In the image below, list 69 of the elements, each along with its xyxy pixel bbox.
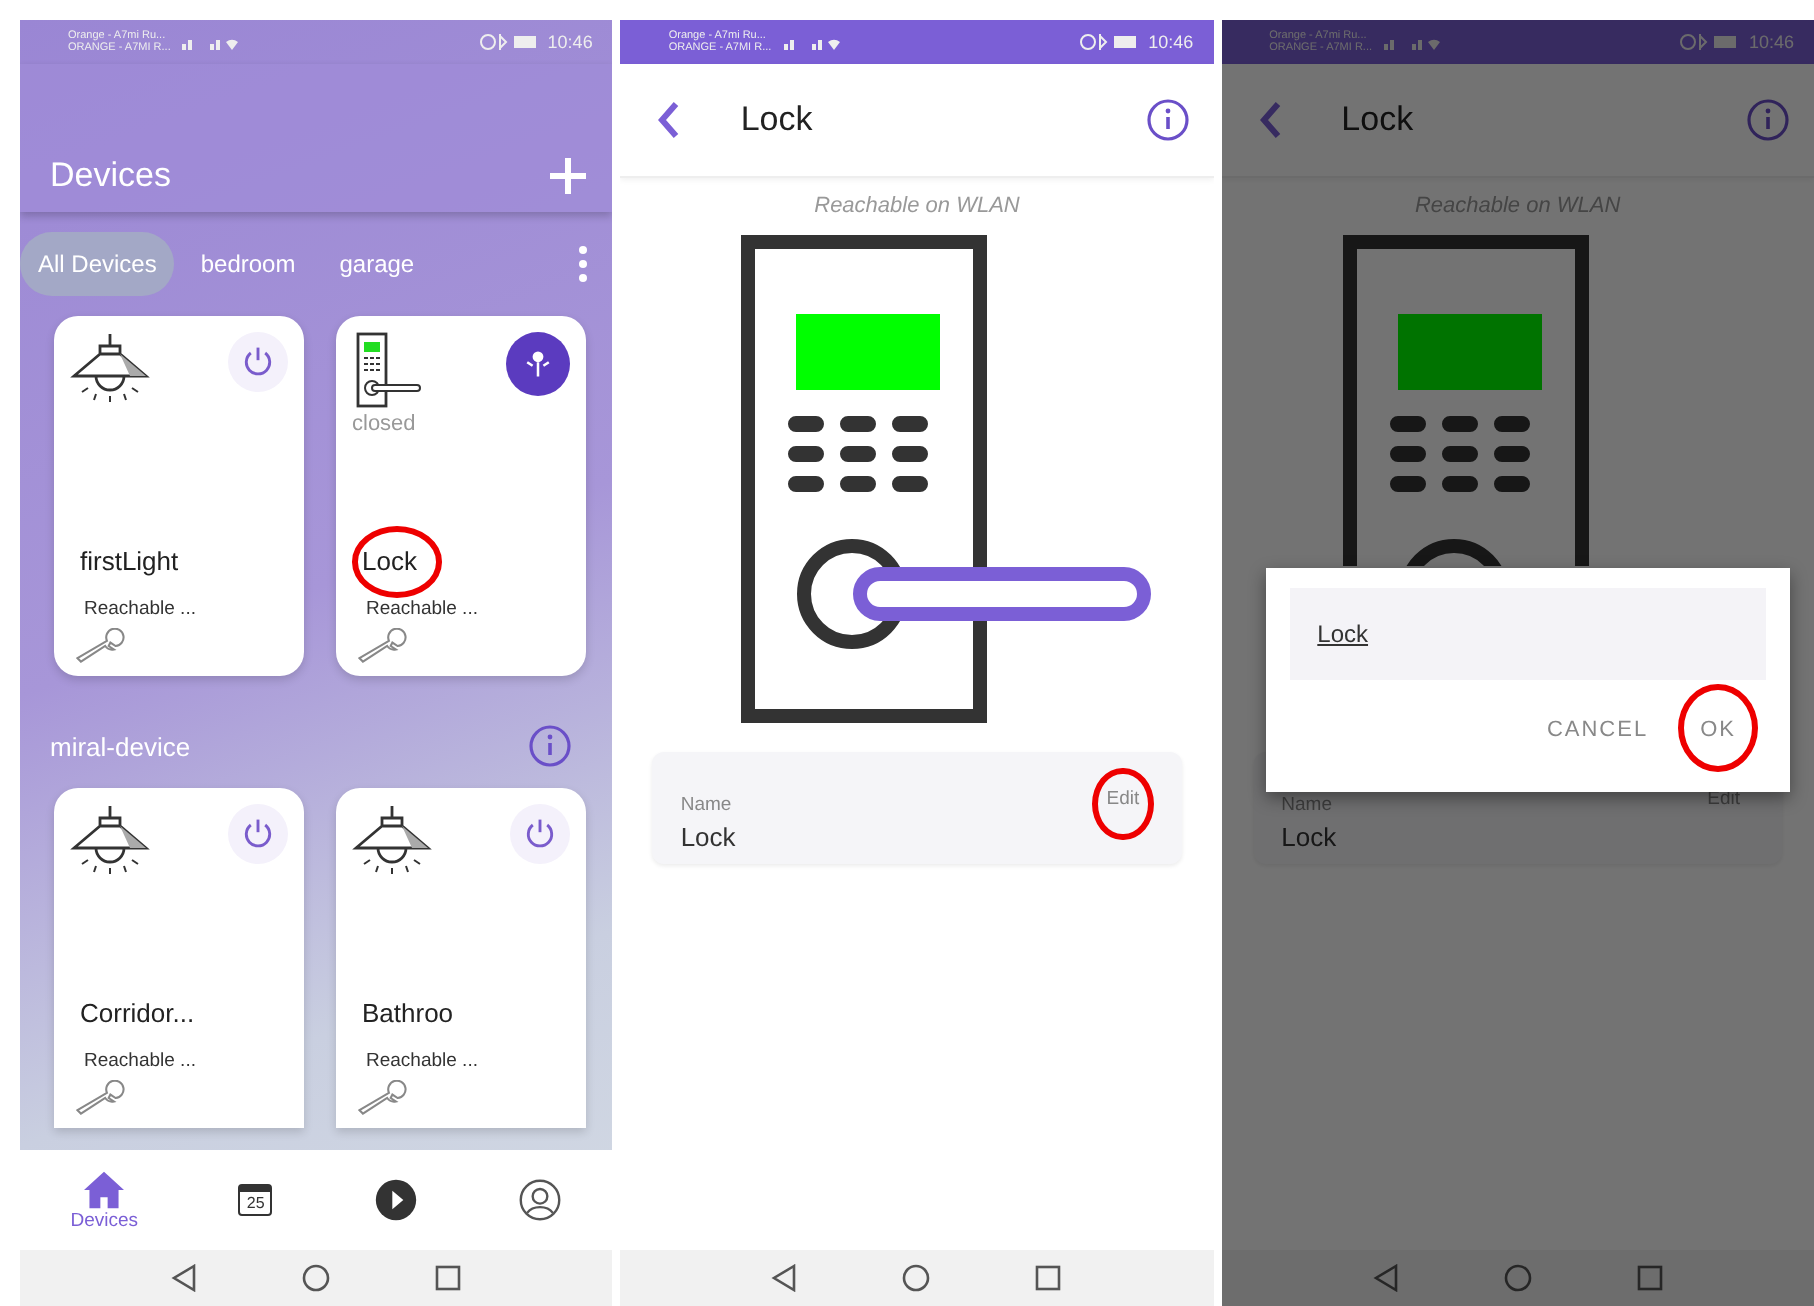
nav-tab[interactable]: Devices: [62, 1165, 146, 1235]
device-card[interactable]: closed Lock Reachable ...: [336, 316, 586, 676]
device-card[interactable]: firstLight Reachable ...: [54, 316, 304, 676]
status-icons: [479, 32, 540, 52]
profile-icon: [518, 1178, 563, 1222]
status-icons: [1080, 32, 1141, 52]
nav-label: Devices: [70, 1209, 138, 1231]
info-icon[interactable]: [528, 724, 573, 768]
device-status: Reachable ...: [84, 598, 198, 620]
power-button[interactable]: [510, 804, 570, 864]
page-title: Devices: [50, 156, 173, 196]
power-button[interactable]: [228, 332, 288, 392]
clock-time: 10:46: [547, 32, 593, 52]
field-value: Lock: [1281, 822, 1339, 852]
add-icon[interactable]: [548, 156, 589, 196]
wrench-icon[interactable]: [74, 628, 126, 664]
device-name: Corridor...: [80, 998, 195, 1028]
door-lock-icon: [356, 332, 424, 412]
info-icon[interactable]: [1745, 98, 1790, 142]
recent-apps-icon[interactable]: [434, 1264, 463, 1292]
info-icon[interactable]: [1145, 98, 1190, 142]
back-icon[interactable]: [770, 1264, 799, 1292]
back-icon[interactable]: [170, 1264, 199, 1292]
device-status: Reachable ...: [84, 1050, 198, 1072]
wrench-icon[interactable]: [74, 1080, 126, 1116]
wrench-icon[interactable]: [356, 628, 408, 664]
play-icon: [373, 1178, 418, 1222]
home-icon: [82, 1169, 127, 1209]
wrench-icon[interactable]: [356, 1080, 408, 1116]
name-input[interactable]: Lock: [1289, 588, 1766, 680]
connection-status: Reachable on WLAN: [812, 194, 1022, 218]
device-name: Bathroo: [362, 998, 454, 1028]
name-field[interactable]: Name Lock Edit: [652, 752, 1182, 864]
back-icon[interactable]: [1257, 100, 1282, 140]
back-icon[interactable]: [656, 100, 681, 140]
device-card[interactable]: Corridor... Reachable ...: [54, 788, 304, 1128]
clock-time: 10:46: [1748, 32, 1794, 52]
status-icons: [1680, 32, 1741, 52]
power-icon: [240, 344, 276, 380]
more-icon[interactable]: [578, 246, 589, 282]
field-value: Lock: [680, 822, 738, 852]
clock-time: 10:46: [1148, 32, 1194, 52]
device-name: Lock: [362, 546, 417, 576]
nav-tab[interactable]: 25: [230, 1180, 281, 1220]
power-icon: [522, 816, 558, 852]
filter-tab[interactable]: garage: [321, 232, 433, 296]
home-icon[interactable]: [302, 1264, 331, 1292]
device-status: Reachable ...: [366, 1050, 480, 1072]
device-card[interactable]: Bathroo Reachable ...: [336, 788, 586, 1128]
edit-button[interactable]: Edit: [1106, 788, 1140, 830]
back-icon[interactable]: [1371, 1264, 1400, 1292]
device-status: Reachable ...: [366, 598, 480, 620]
field-label: Name: [680, 794, 734, 816]
dialog-button[interactable]: CANCEL: [1546, 718, 1649, 742]
dialog-button[interactable]: OK: [1700, 718, 1736, 742]
unlock-button[interactable]: [506, 332, 570, 396]
filter-tab[interactable]: bedroom: [182, 232, 314, 296]
calendar-icon: 25: [238, 1184, 273, 1216]
home-icon[interactable]: [1503, 1264, 1532, 1292]
recent-apps-icon[interactable]: [1034, 1264, 1063, 1292]
section-title: miral-device: [50, 731, 191, 761]
page-title: Lock: [1341, 100, 1414, 140]
recent-apps-icon[interactable]: [1635, 1264, 1664, 1292]
device-name: firstLight: [80, 546, 179, 576]
power-icon: [240, 816, 276, 852]
page-title: Lock: [740, 100, 813, 140]
lock-state: closed: [352, 412, 418, 436]
home-icon[interactable]: [902, 1264, 931, 1292]
power-button[interactable]: [228, 804, 288, 864]
